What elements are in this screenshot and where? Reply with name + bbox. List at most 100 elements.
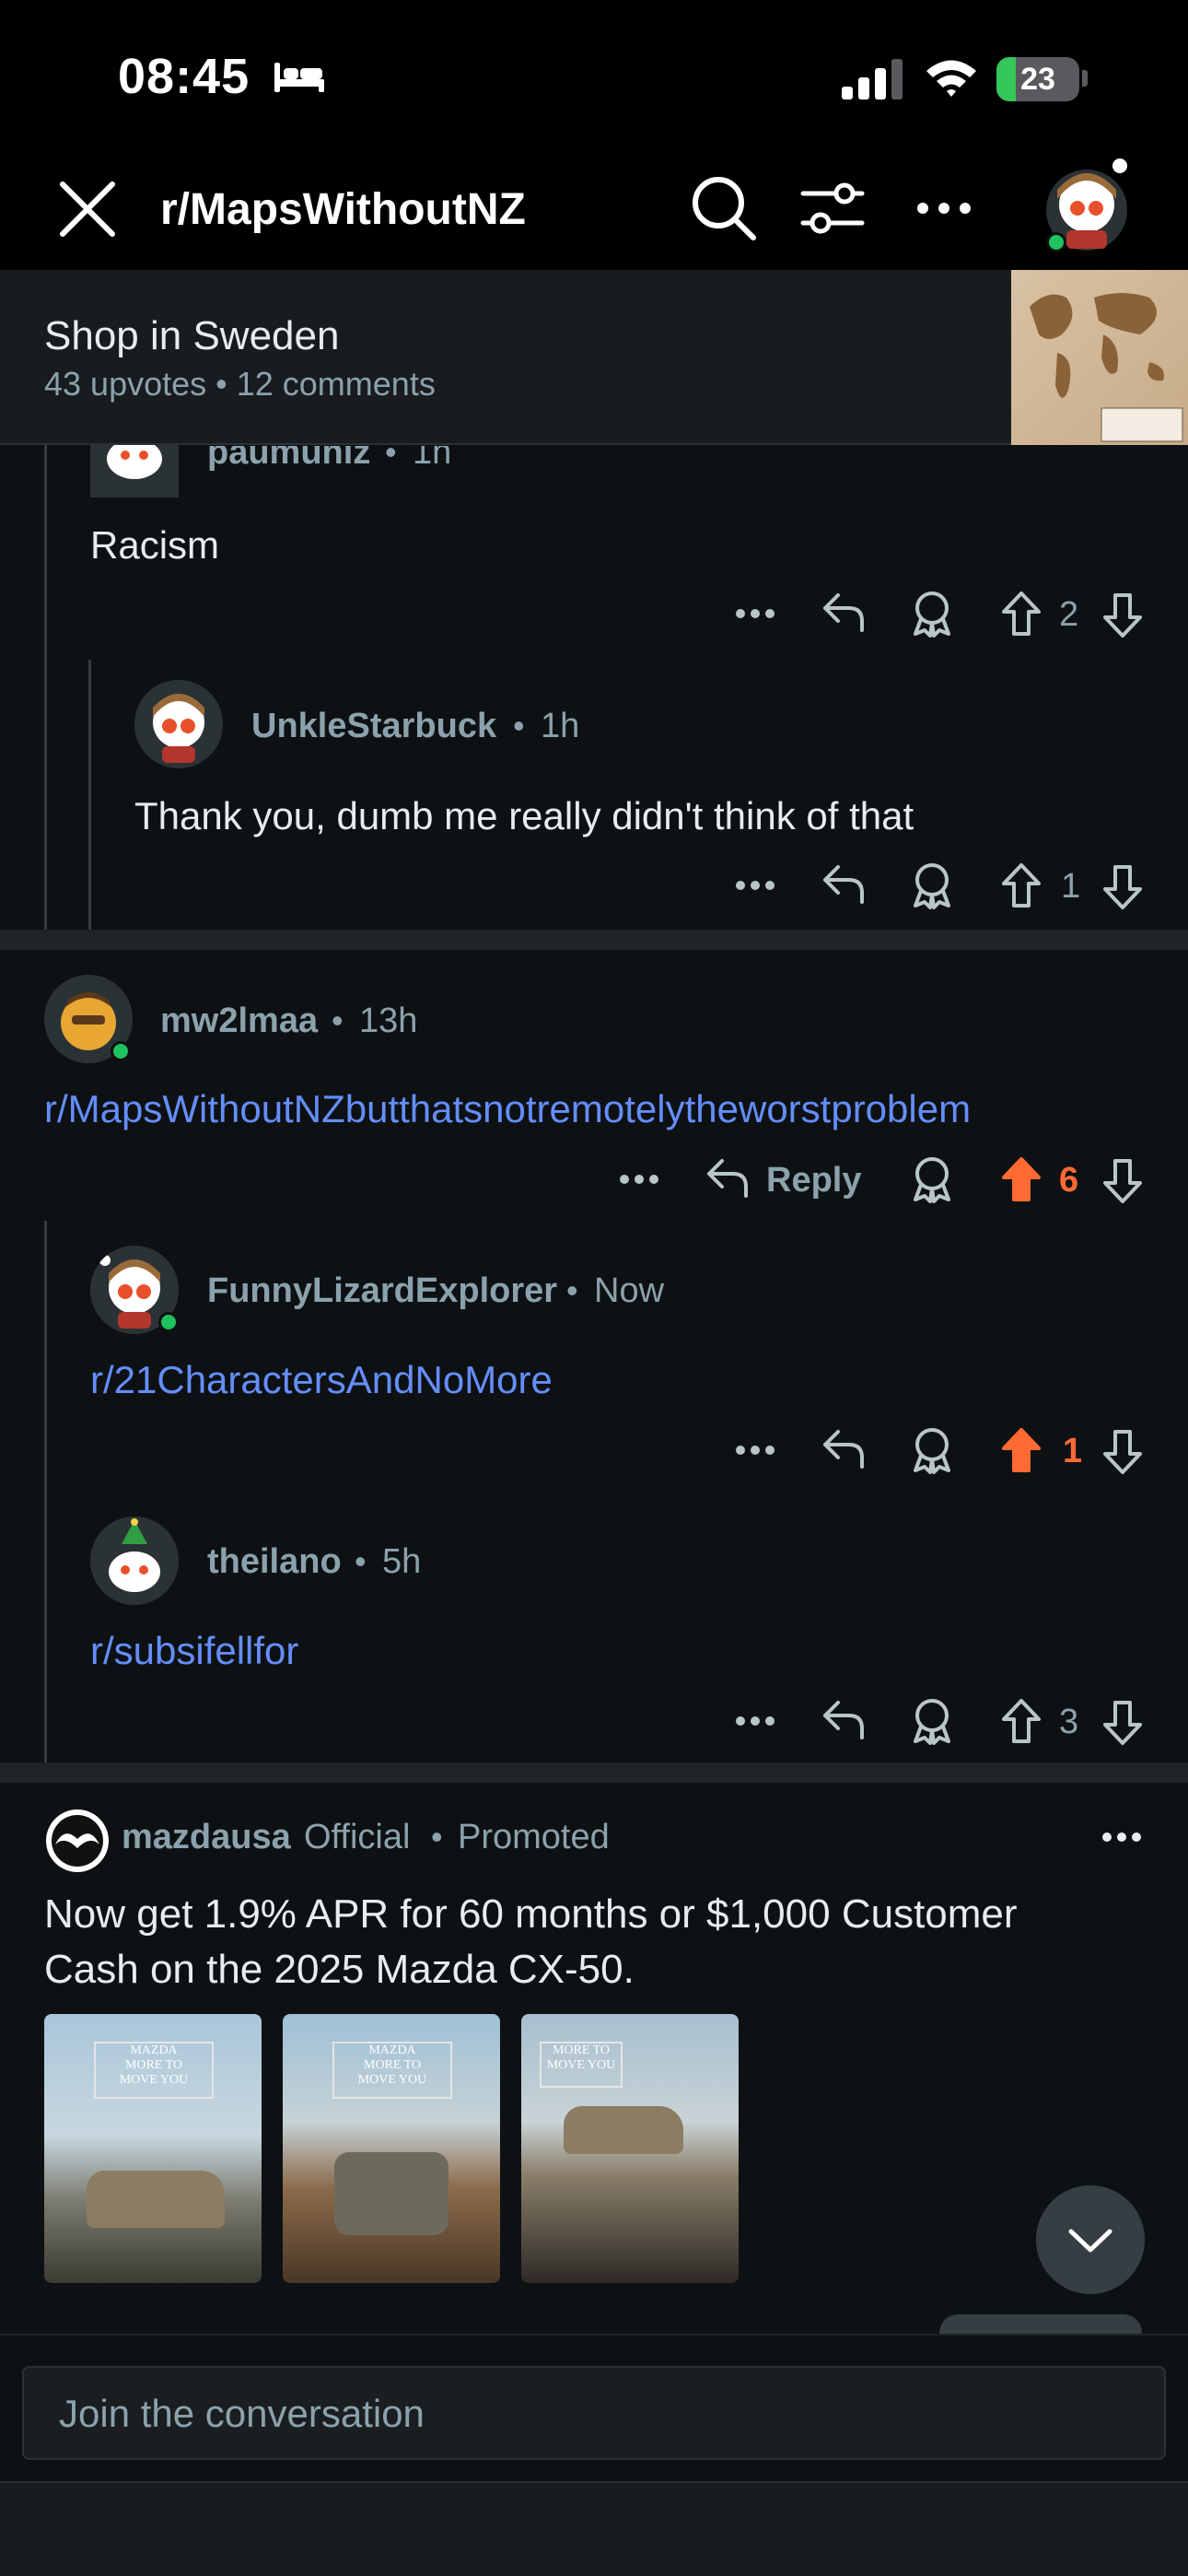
poster-line: MOVE YOU [546,2058,616,2072]
close-icon[interactable] [59,181,116,238]
section-divider [0,1762,1188,1783]
more-icon[interactable] [735,1441,775,1459]
scroll-down-button[interactable] [1036,2185,1145,2294]
upvote-icon[interactable] [1000,861,1042,909]
post-title[interactable]: Shop in Sweden [44,313,339,359]
filter-icon[interactable] [799,179,866,238]
poster-line: MORE TO [363,2058,422,2072]
reply-button[interactable]: Reply [766,1161,861,1200]
thread-line [44,1221,47,1762]
comment-avatar[interactable] [90,1516,179,1605]
ad-poster-text: MORE TO MOVE YOU [540,2042,623,2088]
award-icon[interactable] [910,590,954,638]
car-image [564,2106,683,2154]
vote-count: 1 [1063,1432,1083,1470]
promoted-label: Promoted [458,1818,610,1856]
battery-indicator: 23 [996,57,1079,101]
upvote-icon[interactable] [1000,1697,1042,1745]
poster-line: MORE TO [552,2043,611,2057]
poster-line: MAZDA [130,2043,178,2057]
separator-dot: • [355,1542,367,1580]
poster-line: MAZDA [368,2043,416,2057]
post-thumbnail[interactable] [1011,270,1188,445]
more-icon[interactable] [735,604,775,623]
poster-line: MOVE YOU [357,2073,427,2087]
comment-username[interactable]: UnkleStarbuck [251,707,496,746]
thread-line [44,445,47,930]
comment-age: 1h [541,707,580,745]
downvote-icon[interactable] [1101,1157,1144,1205]
downvote-icon[interactable] [1101,863,1144,911]
comment-age: Now [594,1271,665,1310]
more-icon[interactable] [1101,1828,1142,1846]
award-icon[interactable] [910,1155,954,1203]
post-meta: 43 upvotes • 12 comments [44,365,436,403]
comment-age: 5h [382,1542,422,1581]
section-divider [0,930,1188,950]
comment-avatar[interactable] [134,680,223,768]
official-label: Official [304,1818,411,1856]
signal-icon [842,59,903,100]
downvote-icon[interactable] [1101,1699,1144,1747]
separator-dot: • [332,1001,344,1039]
ad-image[interactable]: MAZDA MORE TO MOVE YOU [283,2014,500,2283]
comment-link[interactable]: r/subsifellfor [90,1629,298,1673]
reply-icon[interactable] [821,591,866,634]
bottom-bar [0,2481,1188,2576]
online-status-dot [158,1312,179,1332]
online-status-dot [111,1041,131,1061]
poster-line: MORE TO [124,2058,183,2072]
thread-line [88,660,91,930]
ad-image[interactable]: MORE TO MOVE YOU [521,2014,739,2283]
comment-username[interactable]: mw2lmaa [160,1001,318,1041]
award-icon[interactable] [910,1697,954,1745]
mazda-logo-icon[interactable] [44,1808,111,1874]
reply-icon[interactable] [821,1428,866,1470]
more-icon[interactable] [735,876,775,895]
vote-count: 6 [1059,1161,1079,1200]
vote-count: 1 [1061,867,1081,906]
ad-text[interactable]: Now get 1.9% APR for 60 months or $1,000… [44,1887,1112,1997]
bed-icon [274,63,324,92]
downvote-icon[interactable] [1101,591,1144,639]
separator-dot: • [566,1271,578,1309]
vote-count: 3 [1059,1703,1079,1741]
car-image [87,2171,225,2228]
ad-poster-text: MAZDA MORE TO MOVE YOU [332,2042,452,2099]
battery-cap [1082,70,1088,87]
award-icon[interactable] [910,861,954,909]
upvote-icon[interactable] [1000,590,1042,638]
comment-link[interactable]: r/21CharactersAndNoMore [90,1358,553,1402]
comment-body: Thank you, dumb me really didn't think o… [134,794,914,837]
ad-image[interactable]: MAZDA MORE TO MOVE YOU [44,2014,262,2283]
more-icon[interactable] [915,197,973,219]
comment-link[interactable]: r/MapsWithoutNZbutthatsnotremotelythewor… [44,1087,971,1131]
upvote-icon[interactable] [1000,1155,1042,1203]
advertiser-name[interactable]: mazdausa [122,1818,291,1857]
search-icon[interactable] [691,175,757,241]
upvote-icon[interactable] [1000,1426,1042,1474]
more-icon[interactable] [619,1170,659,1188]
reply-icon[interactable] [821,1699,866,1741]
map-thumbnail-image [1030,293,1183,442]
award-icon[interactable] [910,1426,954,1474]
more-icon[interactable] [735,1712,775,1730]
separator-dot: • [431,1818,443,1856]
battery-level: 23 [1020,62,1055,97]
comment-username[interactable]: FunnyLizardExplorer [207,1271,557,1311]
downvote-icon[interactable] [1101,1428,1144,1476]
poster-line: MOVE YOU [119,2073,189,2087]
comment-username[interactable]: theilano [207,1542,342,1582]
wifi-icon [926,60,976,97]
ad-poster-text: MAZDA MORE TO MOVE YOU [94,2042,214,2099]
comment-body: Racism [90,523,220,567]
reply-icon[interactable] [821,863,866,906]
vote-count: 2 [1059,595,1079,634]
online-status-dot [1046,232,1066,252]
car-image [334,2152,448,2235]
composer-placeholder: Join the conversation [59,2392,425,2435]
reply-icon[interactable] [705,1157,750,1200]
separator-dot: • [513,707,525,744]
subreddit-title[interactable]: r/MapsWithoutNZ [160,184,526,235]
status-time: 08:45 [118,49,250,104]
